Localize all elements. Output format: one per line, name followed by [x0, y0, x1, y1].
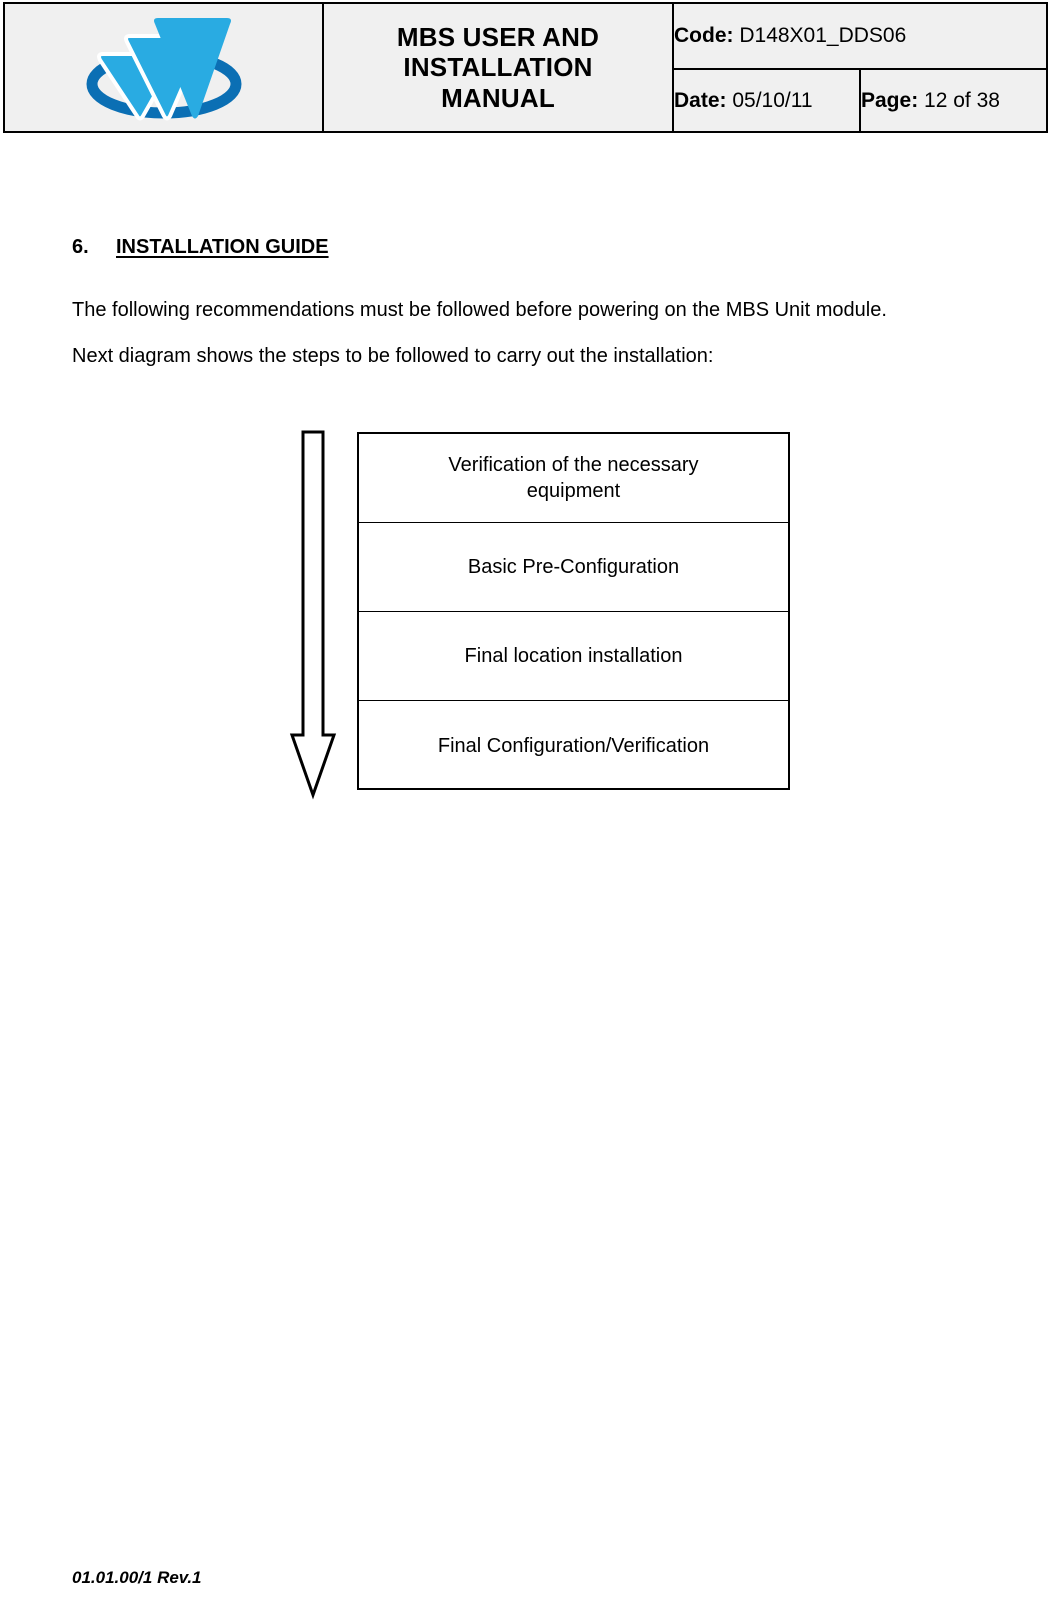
down-arrow-icon	[289, 430, 337, 800]
section-title: INSTALLATION GUIDE	[116, 236, 329, 258]
document-title-line-1: MBS USER AND	[396, 22, 600, 53]
flow-step-3-label: Final location installation	[464, 645, 683, 667]
document-header-table: MBS USER AND INSTALLATION MANUAL Code: D…	[3, 2, 1048, 133]
installation-steps-flow: Verification of the necessary equipment …	[357, 432, 790, 790]
paragraph-diagram-intro: Next diagram shows the steps to be follo…	[72, 345, 714, 367]
document-date-cell: Date: 05/10/11	[672, 68, 861, 133]
logo-cell	[3, 2, 324, 133]
flow-step-1: Verification of the necessary equipment	[359, 434, 788, 523]
company-logo	[74, 12, 254, 124]
document-footer: 01.01.00/1 Rev.1	[72, 1568, 202, 1587]
flow-step-2-label: Basic Pre-Configuration	[467, 556, 680, 578]
code-label: Code:	[674, 24, 734, 47]
section-number: 6.	[72, 236, 89, 258]
date-label: Date:	[674, 88, 727, 112]
date-value: 05/10/11	[732, 88, 813, 112]
page-label: Page:	[861, 88, 919, 112]
document-page-cell: Page: 12 of 38	[859, 68, 1048, 133]
document-title-line-2: INSTALLATION	[403, 52, 593, 83]
document-code-cell: Code: D148X01_DDS06	[672, 2, 1048, 70]
flow-step-2: Basic Pre-Configuration	[359, 523, 788, 612]
document-title-cell: MBS USER AND INSTALLATION MANUAL	[322, 2, 674, 133]
flow-step-4: Final Configuration/Verification	[359, 701, 788, 791]
page-value: 12 of 38	[924, 88, 1000, 112]
document-title-line-3: MANUAL	[441, 82, 555, 113]
code-value: D148X01_DDS06	[739, 24, 907, 47]
flow-step-4-label: Final Configuration/Verification	[437, 735, 710, 757]
paragraph-recommendations: The following recommendations must be fo…	[72, 299, 887, 321]
section-heading: 6. INSTALLATION GUIDE	[72, 236, 329, 259]
flow-step-3: Final location installation	[359, 612, 788, 701]
flow-step-1-label: Verification of the necessary equipment	[448, 454, 699, 502]
